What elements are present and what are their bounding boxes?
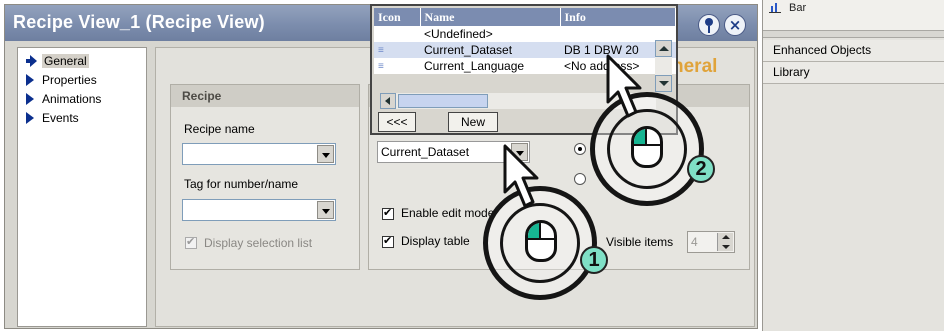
step-badge: 1 bbox=[580, 246, 608, 274]
selected-arrow-icon bbox=[26, 55, 37, 67]
visible-items-label: Visible items bbox=[606, 235, 674, 249]
display-table-label: Display table bbox=[401, 234, 470, 248]
bar-tool[interactable]: Bar bbox=[769, 2, 806, 14]
panel-heading: neral bbox=[672, 56, 718, 77]
column-header-icon[interactable]: Icon bbox=[374, 8, 421, 26]
tree-item-general[interactable]: General bbox=[26, 53, 89, 69]
cursor-arrow-icon bbox=[503, 144, 539, 208]
scroll-thumb[interactable] bbox=[398, 94, 488, 108]
mouse-icon bbox=[525, 220, 557, 262]
tag-type-icon: ≡ bbox=[374, 42, 420, 58]
tool-pane: Bar Enhanced Objects Library bbox=[762, 0, 944, 331]
tag-label: Tag for number/name bbox=[184, 177, 299, 191]
tree-item-events[interactable]: Events bbox=[26, 110, 79, 126]
dialog-title: Recipe View_1 (Recipe View) bbox=[13, 12, 265, 32]
property-tree: General Properties Animations Events bbox=[17, 47, 147, 327]
scroll-up-icon[interactable] bbox=[655, 40, 672, 57]
recipe-group-title: Recipe bbox=[171, 85, 359, 107]
chevron-down-icon[interactable] bbox=[317, 145, 334, 163]
tag-type-icon: ≡ bbox=[374, 58, 420, 74]
new-button[interactable]: New bbox=[448, 112, 498, 132]
scroll-down-icon[interactable] bbox=[655, 75, 672, 92]
bar-chart-icon bbox=[769, 3, 781, 13]
tree-item-properties[interactable]: Properties bbox=[26, 72, 97, 88]
recipe-name-label: Recipe name bbox=[184, 122, 255, 136]
mouse-icon bbox=[631, 126, 663, 168]
mode-radio-2[interactable] bbox=[574, 173, 586, 185]
close-button[interactable]: × bbox=[724, 14, 746, 36]
tag-name-cell: <Undefined> bbox=[420, 26, 560, 42]
tag-name-cell: Current_Language bbox=[420, 58, 560, 74]
tree-item-label: Events bbox=[42, 111, 79, 125]
bar-tool-label: Bar bbox=[789, 2, 807, 14]
pin-icon[interactable] bbox=[698, 14, 720, 36]
tag-name-cell: Current_Dataset bbox=[420, 42, 560, 58]
expand-triangle-icon bbox=[26, 93, 34, 105]
spinner-arrows-icon[interactable] bbox=[717, 233, 733, 251]
enable-edit-mode-checkbox[interactable] bbox=[382, 206, 394, 220]
recipe-group: Recipe Recipe name Tag for number/name D… bbox=[170, 84, 360, 270]
enhanced-objects-item[interactable]: Enhanced Objects bbox=[763, 40, 944, 62]
scroll-left-icon[interactable] bbox=[380, 93, 396, 109]
vertical-scrollbar[interactable] bbox=[655, 40, 672, 92]
mode-radio-1[interactable] bbox=[574, 143, 586, 155]
tree-item-label: Animations bbox=[42, 92, 102, 106]
column-header-name[interactable]: Name bbox=[420, 8, 561, 26]
tree-item-label: Properties bbox=[42, 73, 97, 87]
chevron-down-icon[interactable] bbox=[317, 201, 334, 219]
enable-edit-mode-label: Enable edit mode bbox=[401, 206, 495, 220]
display-selection-list-checkbox[interactable] bbox=[185, 235, 197, 249]
display-selection-list-label: Display selection list bbox=[204, 236, 313, 250]
library-item[interactable]: Library bbox=[763, 62, 944, 84]
tree-item-label: General bbox=[42, 54, 89, 68]
display-table-checkbox[interactable] bbox=[382, 234, 394, 248]
recipe-name-combo[interactable] bbox=[182, 143, 336, 165]
back-button[interactable]: <<< bbox=[378, 112, 416, 132]
tag-type-icon bbox=[374, 26, 420, 42]
table-row[interactable]: <Undefined> bbox=[374, 26, 676, 42]
expand-triangle-icon bbox=[26, 112, 34, 124]
expand-triangle-icon bbox=[26, 74, 34, 86]
current-dataset-value: Current_Dataset bbox=[381, 145, 470, 159]
tag-combo[interactable] bbox=[182, 199, 336, 221]
cursor-arrow-icon bbox=[606, 54, 642, 118]
column-header-info[interactable]: Info bbox=[560, 8, 676, 26]
pane-splitter[interactable] bbox=[763, 30, 944, 38]
visible-items-value: 4 bbox=[691, 235, 698, 249]
tree-item-animations[interactable]: Animations bbox=[26, 91, 101, 107]
step-badge: 2 bbox=[687, 155, 715, 183]
visible-items-spinner[interactable]: 4 bbox=[687, 231, 735, 253]
